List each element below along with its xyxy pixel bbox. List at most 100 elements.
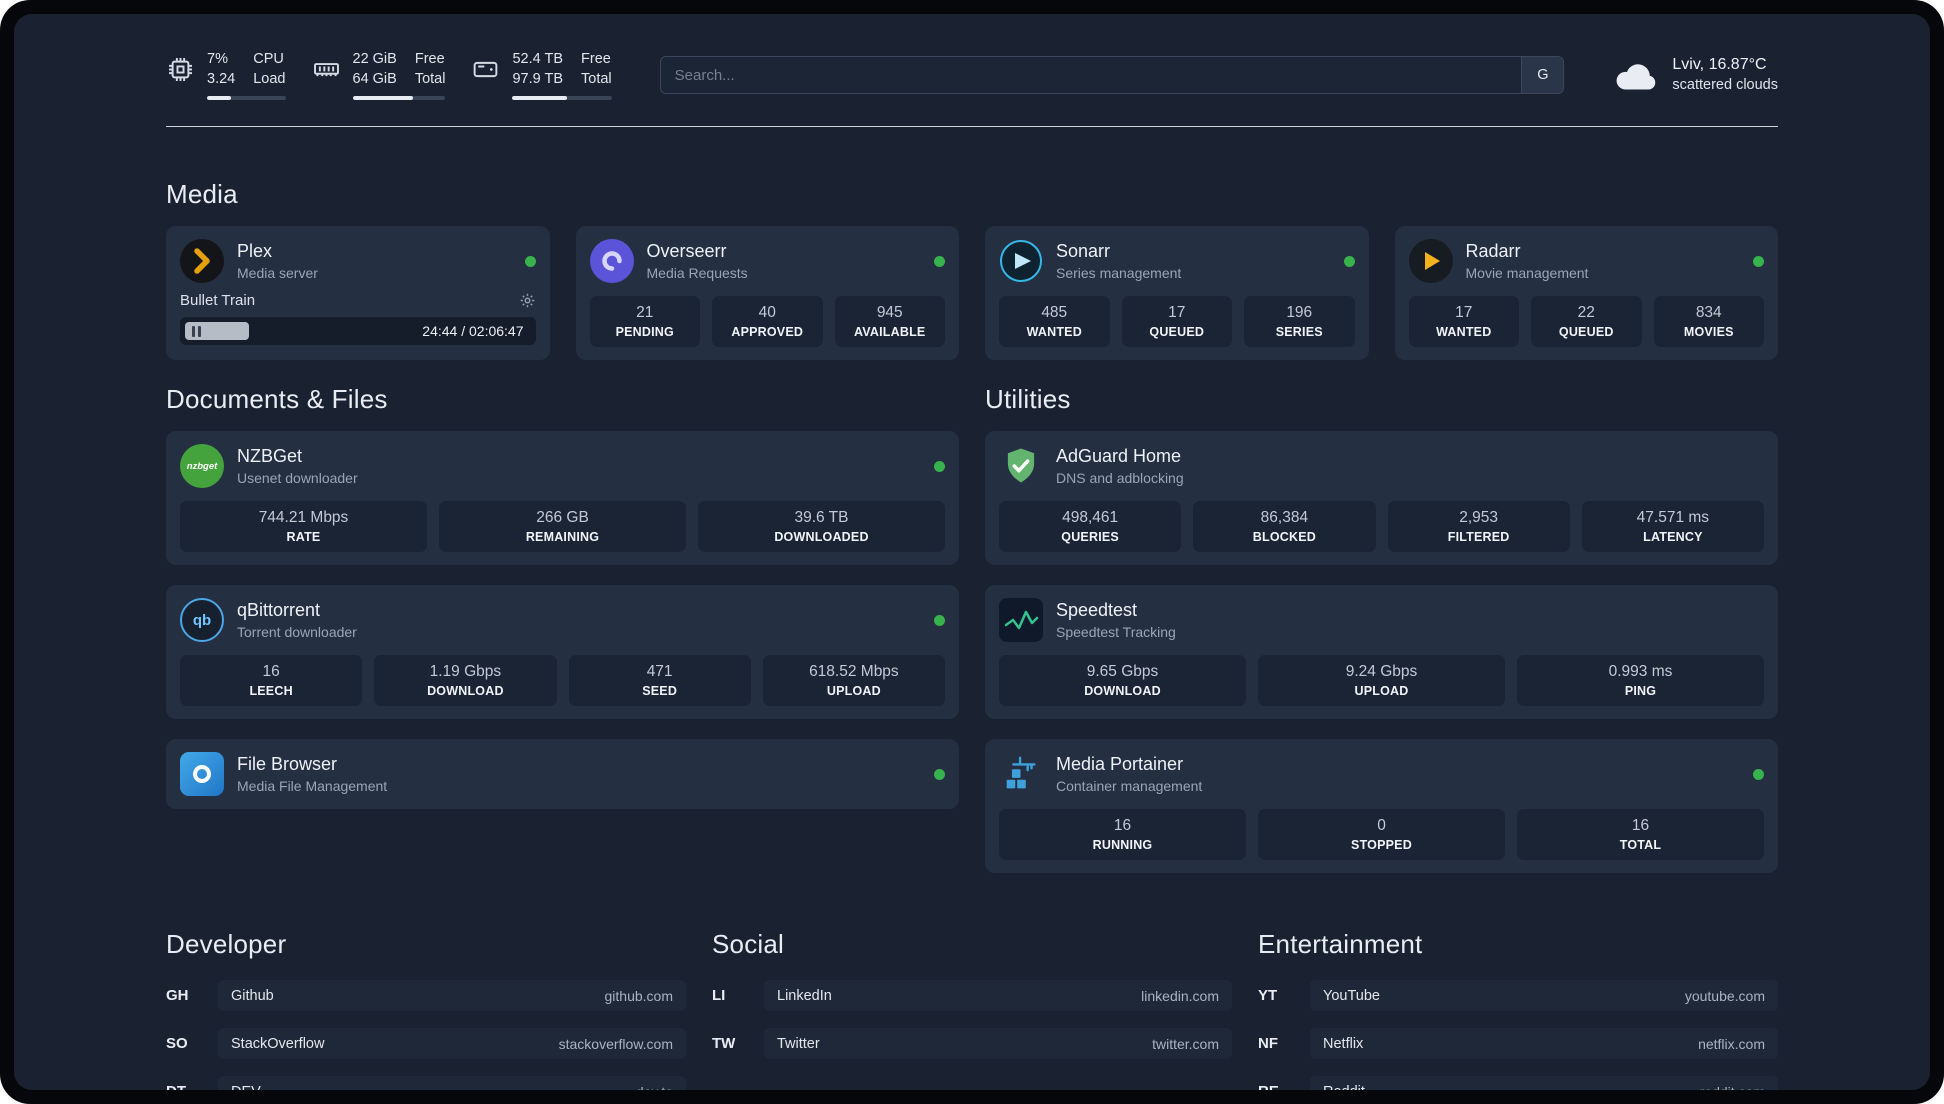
search-engine-button[interactable]: G xyxy=(1521,57,1564,94)
bookmark-abbr: NF xyxy=(1258,1035,1278,1053)
stat-tile: 17 WANTED xyxy=(1408,296,1519,348)
cpu-monitor: 7% 3.24 CPU Load xyxy=(166,50,286,101)
top-bar: 7% 3.24 CPU Load 22 GiB 64 GiB Free Tota… xyxy=(166,50,1778,101)
cpu-load: 3.24 xyxy=(207,70,236,87)
cpu-label-bottom: Load xyxy=(253,70,286,87)
stat-value: 9.24 Gbps xyxy=(1345,663,1418,681)
stat-tile: 196 SERIES xyxy=(1244,296,1355,348)
stat-tile: 485 WANTED xyxy=(999,296,1110,348)
stat-label: UPLOAD xyxy=(826,684,881,699)
weather-location: Lviv, 16.87°C xyxy=(1672,56,1767,74)
qbittorrent-card[interactable]: qb qBittorrent Torrent downloader 16 LEE… xyxy=(166,585,959,720)
bookmark-name: LinkedIn xyxy=(777,987,832,1004)
stat-label: QUERIES xyxy=(1061,530,1119,545)
stat-value: 39.6 TB xyxy=(794,509,849,527)
settings-gear-icon[interactable] xyxy=(519,292,536,309)
nzbget-icon: nzbget xyxy=(180,444,224,489)
bookmark-dev[interactable]: DEV dev.to xyxy=(218,1076,686,1090)
adguard-card[interactable]: AdGuard Home DNS and adblocking 498,461 … xyxy=(985,431,1778,566)
stat-value: 744.21 Mbps xyxy=(258,509,349,527)
bookmark-row: SO StackOverflow stackoverflow.com xyxy=(166,1028,686,1060)
bookmark-github[interactable]: Github github.com xyxy=(218,980,686,1012)
bookmark-name: Netflix xyxy=(1323,1035,1364,1052)
disk-icon xyxy=(471,55,500,84)
stat-value: 266 GB xyxy=(536,509,589,527)
bookmark-url: reddit.com xyxy=(1700,1084,1765,1090)
status-indicator xyxy=(934,460,945,472)
bookmark-row: RE Reddit reddit.com xyxy=(1258,1076,1778,1090)
section-documents: Documents & Files nzbget NZBGet Usenet d… xyxy=(166,384,959,873)
bookmark-url: linkedin.com xyxy=(1141,987,1219,1004)
stat-value: 16 xyxy=(262,663,280,681)
ram-monitor: 22 GiB 64 GiB Free Total xyxy=(312,50,446,101)
section-utilities: Utilities AdGuard Home DNS and adblockin… xyxy=(985,384,1778,874)
stat-label: BLOCKED xyxy=(1252,530,1316,545)
section-social: Social LI LinkedIn linkedin.com TW Twitt… xyxy=(712,929,1232,1090)
plex-card[interactable]: Plex Media server Bullet Train 24:44 / 0… xyxy=(166,226,550,361)
bookmark-abbr: DT xyxy=(166,1083,202,1090)
app-subtitle: Speedtest Tracking xyxy=(1056,623,1176,640)
status-indicator xyxy=(934,768,945,780)
ram-label-bottom: Total xyxy=(414,70,446,87)
overseerr-card[interactable]: Overseerr Media Requests 21 PENDING 40 A… xyxy=(575,226,959,361)
section-developer: Developer GH Github github.com SO StackO… xyxy=(166,929,686,1090)
stat-value: 0.993 ms xyxy=(1608,663,1673,681)
radarr-card[interactable]: Radarr Movie management 17 WANTED 22 QUE… xyxy=(1394,226,1778,361)
portainer-card[interactable]: Media Portainer Container management 16 … xyxy=(985,739,1778,874)
window-frame: 7% 3.24 CPU Load 22 GiB 64 GiB Free Tota… xyxy=(0,0,1944,1104)
disk-usage-bar xyxy=(512,96,612,101)
bookmark-name: Twitter xyxy=(777,1035,820,1052)
bookmark-youtube[interactable]: YouTube youtube.com xyxy=(1310,980,1778,1012)
bookmark-reddit[interactable]: Reddit reddit.com xyxy=(1310,1076,1778,1090)
speedtest-card[interactable]: Speedtest Speedtest Tracking 9.65 Gbps D… xyxy=(985,585,1778,720)
stat-value: 2,953 xyxy=(1459,509,1499,527)
ram-total: 64 GiB xyxy=(352,70,397,87)
stat-value: 17 xyxy=(1455,304,1473,322)
bookmark-twitter[interactable]: Twitter twitter.com xyxy=(764,1028,1232,1060)
stat-label: DOWNLOADED xyxy=(774,530,869,545)
bookmark-abbr: RE xyxy=(1258,1083,1294,1090)
nzbget-card[interactable]: nzbget NZBGet Usenet downloader 744.21 M… xyxy=(166,431,959,566)
section-title-documents: Documents & Files xyxy=(166,384,388,415)
pause-icon[interactable] xyxy=(192,325,195,337)
stat-value: 618.52 Mbps xyxy=(809,663,899,681)
bookmark-abbr: YT xyxy=(1258,987,1278,1005)
bookmark-linkedin[interactable]: LinkedIn linkedin.com xyxy=(764,980,1232,1012)
playback-bar[interactable]: 24:44 / 02:06:47 xyxy=(180,317,536,346)
bookmark-url: twitter.com xyxy=(1152,1035,1219,1052)
stat-label: QUEUED xyxy=(1558,325,1614,340)
stat-label: APPROVED xyxy=(731,325,804,340)
stat-label: STOPPED xyxy=(1351,838,1412,853)
stat-label: MOVIES xyxy=(1683,325,1734,340)
section-title-developer: Developer xyxy=(166,929,287,960)
stat-tile: 0.993 ms PING xyxy=(1517,655,1764,707)
stat-value: 1.19 Gbps xyxy=(429,663,502,681)
ram-usage-bar xyxy=(352,96,446,101)
disk-total: 97.9 TB xyxy=(512,70,564,87)
cpu-label-top: CPU xyxy=(253,51,284,67)
disk-label-top: Free xyxy=(581,51,611,67)
stat-tile: 9.24 Gbps UPLOAD xyxy=(1258,655,1505,707)
stat-tile: 22 QUEUED xyxy=(1531,296,1642,348)
stat-tile: 16 RUNNING xyxy=(999,809,1246,861)
stat-value: 21 xyxy=(636,304,654,322)
bookmark-row: LI LinkedIn linkedin.com xyxy=(712,980,1232,1012)
app-subtitle: Movie management xyxy=(1465,264,1589,281)
stat-label: SEED xyxy=(642,684,678,699)
bookmark-stackoverflow[interactable]: StackOverflow stackoverflow.com xyxy=(218,1028,686,1060)
stat-tile: 744.21 Mbps RATE xyxy=(180,501,427,553)
stat-value: 196 xyxy=(1286,304,1313,322)
dashboard: 7% 3.24 CPU Load 22 GiB 64 GiB Free Tota… xyxy=(14,14,1930,1090)
filebrowser-card[interactable]: File Browser Media File Management xyxy=(166,739,959,810)
app-subtitle: Media server xyxy=(237,264,318,281)
stat-tile: 16 TOTAL xyxy=(1517,809,1764,861)
bookmark-name: DEV xyxy=(231,1084,261,1090)
app-subtitle: Series management xyxy=(1056,264,1182,281)
speedtest-icon xyxy=(999,598,1043,643)
app-subtitle: Usenet downloader xyxy=(237,469,358,486)
search-input[interactable] xyxy=(659,56,1565,95)
app-name: Overseerr xyxy=(646,241,727,262)
sonarr-card[interactable]: Sonarr Series management 485 WANTED 17 Q… xyxy=(985,226,1369,361)
bookmark-netflix[interactable]: Netflix netflix.com xyxy=(1310,1028,1778,1060)
bookmark-row: DT DEV dev.to xyxy=(166,1076,686,1090)
